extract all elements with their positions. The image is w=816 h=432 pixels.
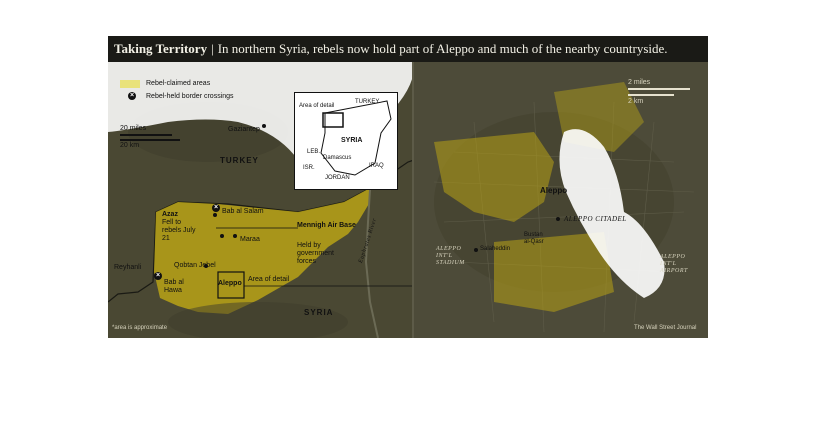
label-mennigh-note: Held by government forces — [297, 242, 334, 265]
title-subtitle: In northern Syria, rebels now hold part … — [217, 41, 668, 56]
scale-bar-miles — [120, 134, 172, 136]
label-turkey: TURKEY — [220, 156, 259, 165]
label-gaziantep: Gaziantep — [228, 126, 260, 133]
label-azaz: Azaz — [162, 211, 178, 218]
label-azaz-note: Fell to rebels July 21 — [162, 219, 196, 242]
airport-line-2: INT'L — [660, 261, 677, 267]
scale-km: 20 km — [120, 142, 140, 149]
inset-map: Area of detail TURKEY SYRIA LEB. ISR. Da… — [294, 92, 398, 190]
map-graphic: Taking Territory | In northern Syria, rebe… — [108, 36, 708, 338]
label-bustan: Bustan al-Qasr — [524, 232, 544, 245]
label-marea: Maraa — [240, 236, 260, 243]
inset-syria: SYRIA — [341, 137, 363, 144]
inset-iraq: IRAQ — [369, 163, 384, 169]
label-salaheddin: Salaheddin — [480, 246, 511, 252]
city-label-aleppo: Aleppo — [540, 186, 568, 195]
label-bab-al-hawa: Bab al Hawa — [164, 279, 184, 294]
crossing-bab-al-hawa-icon: × — [154, 272, 162, 280]
city-scale-km: 2 km — [628, 98, 644, 105]
label-mennigh: Mennigh Air Base — [297, 222, 356, 229]
inset-area-of-detail: Area of detail — [299, 103, 335, 109]
crossing-bab-al-salam-icon: × — [212, 204, 220, 212]
legend-rebel-areas: Rebel-claimed areas — [146, 80, 211, 87]
azaz-dot — [213, 213, 217, 217]
gaziantep-dot — [262, 124, 266, 128]
city-map-shapes — [414, 62, 708, 338]
label-stadium: ALEPPO INT'L STADIUM — [436, 246, 465, 267]
label-airport: ALEPPO INT'L AIRPORT — [660, 254, 688, 275]
x-circle-icon: × — [128, 92, 136, 100]
scale-bar-km — [120, 139, 180, 141]
label-bab-al-salam: Bab al Salam — [222, 208, 264, 215]
footnote: *area is approximate — [112, 325, 168, 331]
label-aleppo: Aleppo — [218, 280, 242, 287]
label-qobtan-jebel: Qobtan Jebel — [174, 262, 216, 269]
label-area-of-detail: Area of detail — [248, 276, 290, 283]
label-syria: SYRIA — [304, 308, 334, 317]
marea-dot-1 — [220, 234, 224, 238]
inset-turkey: TURKEY — [355, 99, 380, 105]
title-main: Taking Territory — [114, 41, 208, 56]
scale-miles: 20 miles — [120, 125, 147, 132]
legend-crossings: Rebel-held border crossings — [146, 93, 234, 100]
inset-damascus: Damascus — [323, 155, 352, 161]
stadium-dot — [474, 248, 478, 252]
scale-bar-km-city — [628, 94, 674, 96]
inset-isr: ISR. — [303, 165, 315, 171]
stadium-line-3: STADIUM — [436, 260, 465, 266]
stadium-line-1: ALEPPO — [436, 246, 462, 252]
airport-line-3: AIRPORT — [660, 268, 688, 274]
legend-swatch — [120, 80, 140, 88]
scale-bar-miles-city — [628, 88, 690, 90]
city-map: 2 miles 2 km Aleppo ALEPPO CITADEL ALEPP… — [414, 62, 708, 338]
regional-map: Rebel-claimed areas × Rebel-held border … — [108, 62, 414, 338]
label-citadel: ALEPPO CITADEL — [564, 215, 627, 223]
citadel-dot — [556, 217, 560, 221]
city-scale-miles: 2 miles — [628, 79, 651, 86]
stadium-line-2: INT'L — [436, 253, 453, 259]
airport-line-1: ALEPPO — [660, 254, 686, 260]
title-separator: | — [211, 41, 214, 56]
credit: The Wall Street Journal — [634, 325, 697, 331]
marea-dot-2 — [233, 234, 237, 238]
inset-leb: LEB. — [307, 149, 321, 155]
title-bar: Taking Territory | In northern Syria, rebe… — [108, 36, 708, 62]
label-reyhanli: Reyhanli — [114, 264, 142, 271]
inset-jordan: JORDAN — [325, 175, 350, 181]
